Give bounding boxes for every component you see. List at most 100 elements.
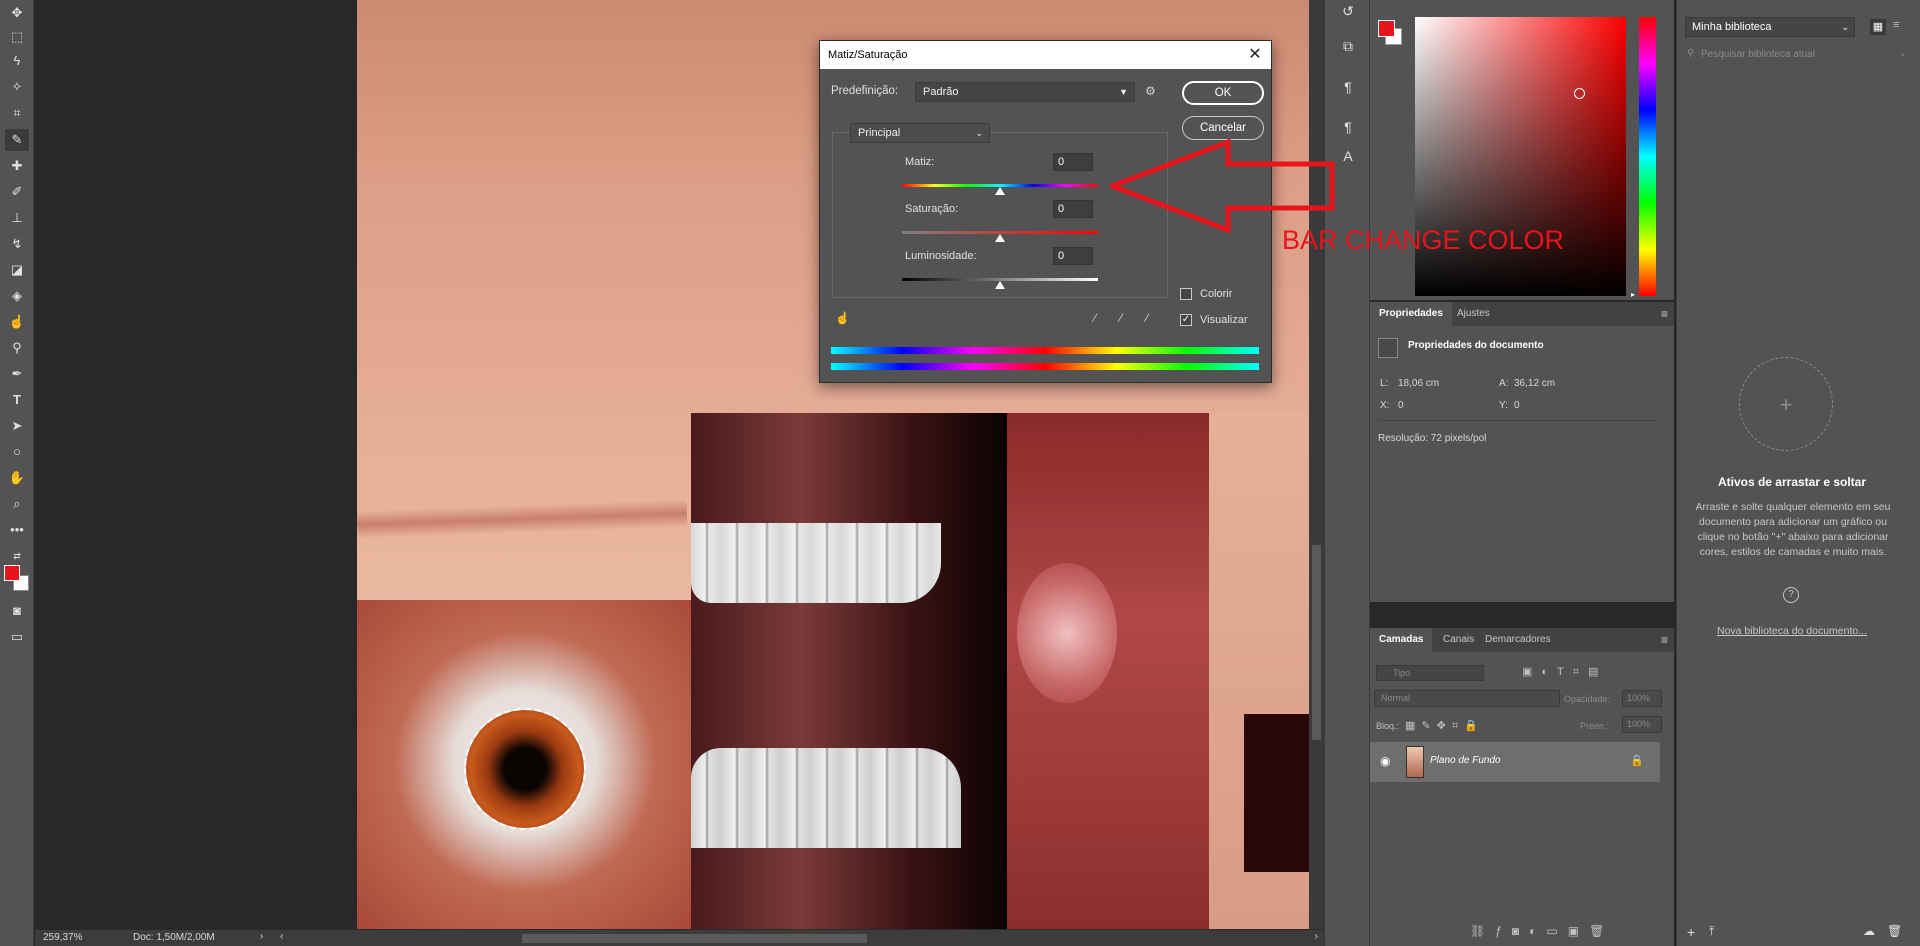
screen-mode-icon[interactable]: ▭	[5, 626, 29, 648]
add-asset-circle[interactable]: +	[1739, 357, 1833, 451]
height-value[interactable]: 36,12 cm	[1514, 378, 1555, 389]
quick-mask-icon[interactable]: ◙	[5, 600, 29, 622]
history-icon[interactable]: ↺	[1337, 0, 1359, 22]
iris-selection[interactable]	[464, 708, 586, 830]
vertical-scroll-thumb[interactable]	[1312, 545, 1321, 740]
zoom-tool-icon[interactable]: ⌕	[5, 493, 29, 515]
panel-menu-icon[interactable]: ≡	[1661, 307, 1668, 321]
ok-button[interactable]: OK	[1182, 81, 1264, 105]
document-icon	[1378, 338, 1398, 358]
search-icon: ⚲	[1687, 48, 1695, 59]
eyedropper-add-icon[interactable]: ⁄	[1120, 311, 1122, 325]
dodge-tool-icon[interactable]: ⚲	[5, 337, 29, 359]
layer-filter-icons[interactable]: ▣◐T⌗▤	[1522, 665, 1607, 679]
blend-mode-select[interactable]: Normal	[1374, 690, 1560, 707]
eyedropper-tool-icon[interactable]: ✎	[5, 129, 29, 151]
tab-adjustments[interactable]: Ajustes	[1448, 302, 1499, 326]
hue-slider-thumb[interactable]	[995, 187, 1005, 195]
fill-field[interactable]: 100%	[1622, 716, 1662, 733]
scroll-left-icon[interactable]: ‹	[280, 931, 283, 942]
character-styles-icon[interactable]: A	[1337, 145, 1359, 167]
grid-view-icon[interactable]: ▦	[1870, 19, 1886, 35]
x-value[interactable]: 0	[1398, 400, 1404, 411]
hue-spectrum-bar[interactable]	[1639, 17, 1656, 296]
lightness-slider-thumb[interactable]	[995, 281, 1005, 289]
crop-tool-icon[interactable]: ⌗	[5, 102, 29, 124]
targeted-adjustment-hand-icon[interactable]: ☝	[835, 311, 850, 325]
horizontal-scroll-thumb[interactable]	[522, 934, 867, 943]
move-tool-icon[interactable]: ✥	[5, 2, 29, 24]
tab-paths[interactable]: Demarcadores	[1476, 628, 1560, 652]
cancel-button[interactable]: Cancelar	[1182, 116, 1264, 140]
layer-name[interactable]: Plano de Fundo	[1430, 755, 1501, 766]
width-value[interactable]: 18,06 cm	[1398, 378, 1439, 389]
paint-bucket-tool-icon[interactable]: ◈	[5, 285, 29, 307]
lightness-field[interactable]: 0	[1053, 247, 1093, 265]
clone-source-icon[interactable]: ⧉	[1337, 35, 1359, 57]
type-tool-icon[interactable]: T	[5, 389, 29, 411]
library-search-input[interactable]: Pesquisar biblioteca atual	[1685, 46, 1910, 64]
tab-layers[interactable]: Camadas	[1370, 628, 1433, 652]
history-brush-tool-icon[interactable]: ↯	[5, 233, 29, 255]
dialog-titlebar[interactable]: Matiz/Saturação ✕	[820, 41, 1271, 69]
tab-properties[interactable]: Propriedades	[1370, 302, 1452, 326]
channel-select[interactable]: Principal ⌄	[850, 123, 990, 143]
status-menu-arrow-icon[interactable]: ›	[260, 931, 263, 942]
hand-tool-icon[interactable]: ✋	[5, 467, 29, 489]
layer-filter-select[interactable]: Tipo	[1376, 665, 1484, 681]
swap-colors-icon[interactable]: ⇄	[5, 545, 29, 567]
foreground-color-swatch[interactable]	[4, 565, 20, 581]
colorize-label: Colorir	[1200, 288, 1233, 300]
preset-select[interactable]: Padrão ▼	[915, 82, 1135, 102]
opacity-field[interactable]: 100%	[1622, 690, 1662, 707]
layers-menu-icon[interactable]: ≡	[1661, 633, 1668, 647]
layers-bottom-icons[interactable]: ⛓ƒ◙◐▭▣🗑	[1470, 924, 1614, 938]
preview-checkbox[interactable]: ✓	[1180, 314, 1192, 326]
new-library-link[interactable]: Nova biblioteca do documento...	[1677, 625, 1907, 637]
healing-brush-tool-icon[interactable]: ✚	[5, 155, 29, 177]
saturation-slider-thumb[interactable]	[995, 234, 1005, 242]
brush-tool-icon[interactable]: ✐	[5, 181, 29, 203]
more-tools-icon[interactable]: •••	[5, 519, 29, 541]
chevron-down-icon: ⌄	[975, 128, 983, 138]
color-picker-marker[interactable]	[1574, 88, 1585, 99]
add-icon[interactable]: +	[1687, 924, 1695, 940]
scroll-right-icon[interactable]: ›	[1315, 931, 1318, 942]
layer-row[interactable]: ◉ Plano de Fundo 🔒	[1370, 742, 1660, 782]
marquee-tool-icon[interactable]: ⬚	[5, 26, 29, 48]
help-icon[interactable]: ?	[1783, 587, 1799, 603]
lock-label: Bloq.:	[1376, 721, 1400, 731]
zoom-level[interactable]: 259,37%	[43, 932, 82, 943]
cloud-icon[interactable]: ☁	[1863, 924, 1875, 938]
close-icon[interactable]: ✕	[1245, 41, 1265, 69]
smudge-tool-icon[interactable]: ☝	[5, 311, 29, 333]
pen-tool-icon[interactable]: ✒	[5, 363, 29, 385]
preset-options-gear-icon[interactable]: ⚙	[1145, 84, 1156, 98]
search-chevron-icon[interactable]: ⌄	[1899, 48, 1907, 59]
hue-pointer-icon: ▸	[1631, 290, 1636, 299]
panel-foreground-swatch[interactable]	[1378, 20, 1395, 37]
visibility-eye-icon[interactable]: ◉	[1380, 754, 1390, 768]
list-view-icon[interactable]: ≡	[1893, 19, 1899, 31]
colorize-checkbox[interactable]	[1180, 288, 1192, 300]
y-label: Y:	[1499, 400, 1508, 411]
lasso-tool-icon[interactable]: ϟ	[5, 50, 29, 72]
saturation-field[interactable]: 0	[1053, 200, 1093, 218]
magic-wand-tool-icon[interactable]: ✧	[5, 76, 29, 98]
paragraph-icon[interactable]: ¶	[1337, 76, 1359, 98]
y-value[interactable]: 0	[1514, 400, 1520, 411]
upload-icon[interactable]: ⤒	[1709, 924, 1714, 939]
eyedropper-icon[interactable]: ⁄	[1094, 311, 1096, 325]
width-label: L:	[1380, 378, 1389, 389]
lock-icons[interactable]: ▦✎✥⌗🔒	[1405, 719, 1484, 733]
layer-thumbnail[interactable]	[1406, 746, 1424, 778]
hue-field[interactable]: 0	[1053, 153, 1093, 171]
ellipse-tool-icon[interactable]: ○	[5, 441, 29, 463]
paragraph-styles-icon[interactable]: ¶	[1337, 116, 1359, 138]
library-trash-icon[interactable]: 🗑	[1887, 924, 1902, 938]
eraser-tool-icon[interactable]: ◪	[5, 259, 29, 281]
eyedropper-subtract-icon[interactable]: ⁄	[1146, 311, 1148, 325]
library-select[interactable]: Minha biblioteca ⌄	[1685, 17, 1855, 37]
path-selection-tool-icon[interactable]: ➤	[5, 415, 29, 437]
clone-stamp-tool-icon[interactable]: ⊥	[5, 207, 29, 229]
